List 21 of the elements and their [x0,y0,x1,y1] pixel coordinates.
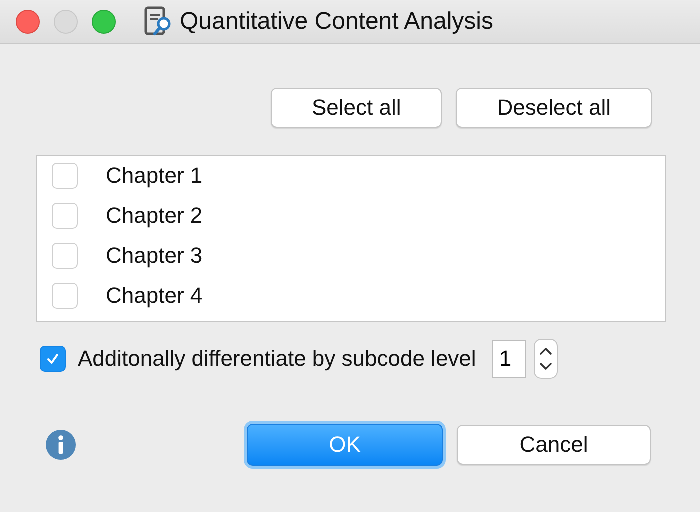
checkbox[interactable] [40,346,66,372]
checkbox[interactable] [52,203,78,229]
info-icon[interactable] [46,430,76,460]
stepper[interactable] [534,339,558,379]
level-field[interactable]: 1 [492,340,526,378]
checkbox[interactable] [52,163,78,189]
window-title: Quantitative Content Analysis [180,8,494,36]
window-control[interactable] [54,10,78,34]
deselect-all-button[interactable]: Deselect all [456,88,652,128]
list-item-label[interactable]: Chapter 3 [106,243,203,269]
list-item-label[interactable]: Chapter 4 [106,283,203,309]
window-control[interactable] [92,10,116,34]
checkbox[interactable] [52,283,78,309]
select-all-button[interactable]: Select all [271,88,442,128]
checkbox[interactable] [52,243,78,269]
list-item-label[interactable]: Chapter 2 [106,203,203,229]
window-control[interactable] [16,10,40,34]
checkmark-icon [46,352,60,366]
checkbox-label: Additonally differentiate by subcode level [78,346,476,372]
list-item-label[interactable]: Chapter 1 [106,163,203,189]
cancel-button[interactable]: Cancel [457,425,651,465]
